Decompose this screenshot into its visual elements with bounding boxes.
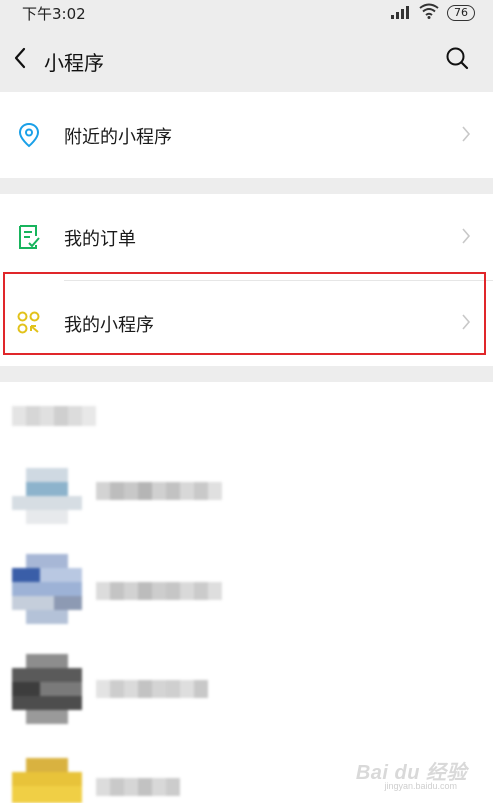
chevron-right-icon	[461, 125, 471, 147]
chevron-right-icon	[461, 313, 471, 335]
app-avatar	[12, 468, 82, 526]
my-mini-programs-label: 我的小程序	[64, 315, 154, 336]
my-orders-item[interactable]: 我的订单	[0, 194, 493, 280]
order-list-icon	[16, 224, 42, 250]
watermark-url: jingyan.baidu.com	[384, 781, 457, 791]
battery-icon: 76	[447, 5, 475, 21]
app-avatar	[12, 654, 82, 724]
search-icon	[445, 46, 469, 74]
app-avatar	[12, 758, 82, 803]
signal-icon	[391, 4, 411, 23]
status-icons: 76	[391, 3, 475, 23]
wifi-icon	[419, 3, 439, 23]
nearby-label: 附近的小程序	[64, 127, 172, 148]
my-section-card: 我的订单 我的小程序	[0, 194, 493, 366]
list-item[interactable]	[0, 448, 493, 548]
chevron-right-icon	[461, 227, 471, 249]
list-item[interactable]	[0, 548, 493, 648]
nav-bar: 小程序	[0, 28, 493, 92]
status-bar: 下午3:02 76	[0, 0, 493, 28]
my-mini-programs-item[interactable]: 我的小程序	[0, 280, 493, 366]
app-avatar	[12, 554, 82, 624]
recent-programs-card	[0, 382, 493, 803]
mini-program-icon	[16, 310, 42, 336]
back-button[interactable]	[8, 46, 32, 74]
nearby-card: 附近的小程序	[0, 92, 493, 178]
list-item[interactable]	[0, 648, 493, 748]
back-arrow-icon	[13, 47, 27, 73]
location-pin-icon	[16, 122, 42, 148]
nearby-mini-programs-item[interactable]: 附近的小程序	[0, 92, 493, 178]
my-orders-label: 我的订单	[64, 229, 136, 250]
page-title: 小程序	[44, 51, 104, 75]
status-time: 下午3:02	[22, 5, 86, 23]
search-button[interactable]	[443, 46, 471, 74]
